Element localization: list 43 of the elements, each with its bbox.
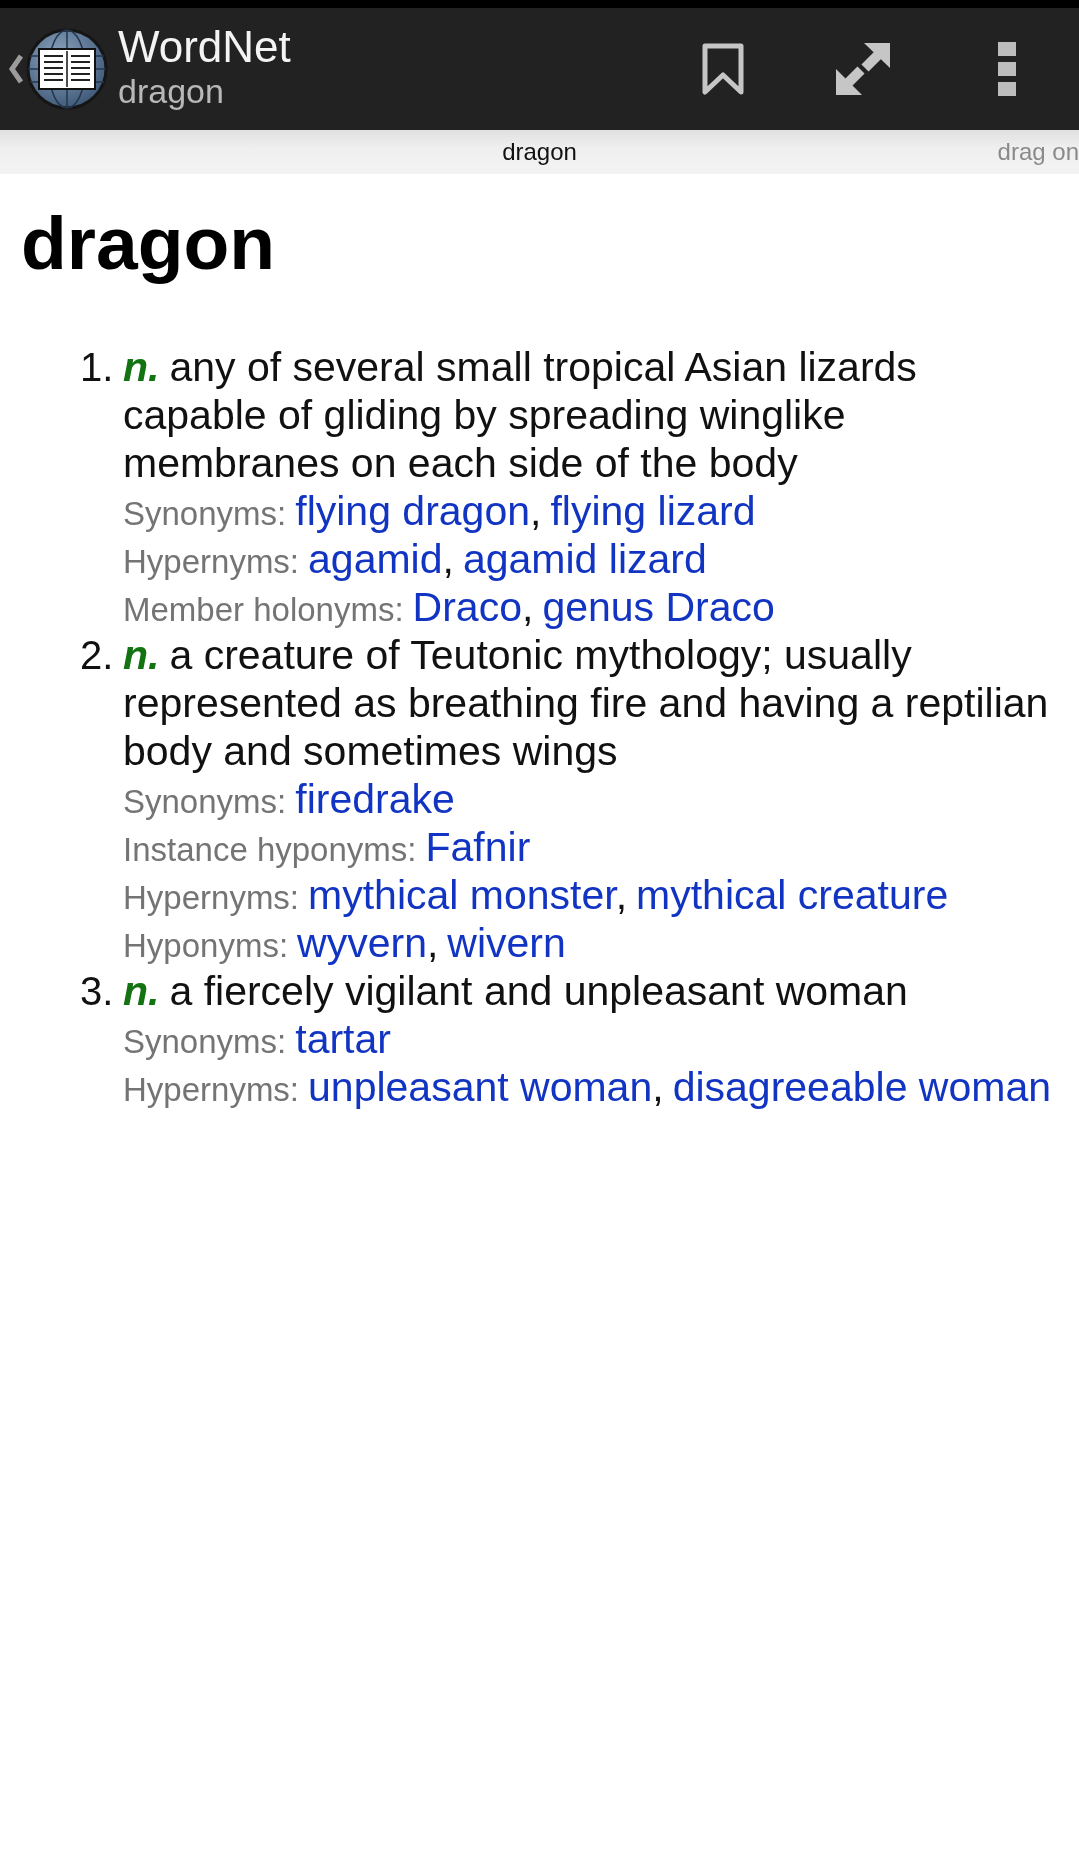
word-link[interactable]: mythical monster: [308, 872, 616, 918]
word-link[interactable]: wivern: [447, 920, 566, 966]
definition-text: n. any of several small tropical Asian lizards capable of gliding by spreading winglike membranes on each side of the body: [123, 343, 918, 487]
sense-number: 1.: [80, 344, 114, 391]
word-link[interactable]: unpleasant woman: [308, 1064, 653, 1110]
comma-text: ,: [522, 584, 534, 630]
word-link[interactable]: flying lizard: [550, 488, 756, 534]
relation-label: Synonyms:: [123, 783, 287, 820]
word-link[interactable]: Fafnir: [425, 824, 531, 870]
word-link[interactable]: wyvern: [297, 920, 427, 966]
word-link[interactable]: agamid: [308, 536, 443, 582]
headword-title: dragon: [21, 200, 276, 287]
comma-text: ,: [426, 920, 439, 966]
definition-text: n. a fiercely vigilant and unpleasant woman: [123, 967, 909, 1015]
relation-label: Instance hyponyms:: [123, 831, 417, 868]
word-link[interactable]: mythical creature: [636, 872, 949, 918]
sense-number: 3.: [80, 968, 114, 1015]
word-link[interactable]: Draco: [412, 584, 522, 630]
app-subtitle: dragon: [118, 71, 225, 111]
comma-text: ,: [530, 488, 542, 534]
word-link[interactable]: tartar: [295, 1016, 391, 1062]
relation-label: Hypernyms:: [123, 1071, 300, 1108]
comma-text: ,: [442, 536, 454, 582]
word-link[interactable]: disagreeable woman: [672, 1064, 1051, 1110]
word-link[interactable]: agamid lizard: [462, 536, 707, 582]
fullscreen-icon: [833, 41, 892, 97]
relation-label: Synonyms:: [123, 1023, 287, 1060]
definition-text: n. a creature of Teutonic mythology; usually represented as breathing fire and having a reptilian body and sometimes wings: [123, 631, 1050, 775]
page-tab[interactable]: dragon: [502, 137, 577, 167]
sense-number: 2.: [80, 632, 114, 679]
relation-label: Hypernyms:: [123, 543, 300, 580]
word-link[interactable]: firedrake: [295, 776, 455, 822]
relation-label: Synonyms:: [123, 495, 287, 532]
relation-label: Hyponyms:: [123, 927, 289, 964]
word-link[interactable]: genus Draco: [542, 584, 775, 630]
relation-label: Member holonyms:: [123, 591, 404, 628]
word-link[interactable]: flying dragon: [295, 488, 530, 534]
globe-book-icon: [26, 28, 108, 110]
app-title: WordNet: [118, 23, 291, 71]
relation-label: Hypernyms:: [123, 879, 300, 916]
overflow-menu-icon: [998, 42, 1016, 96]
comma-text: ,: [652, 1064, 664, 1110]
chevron-icon: [8, 53, 24, 85]
